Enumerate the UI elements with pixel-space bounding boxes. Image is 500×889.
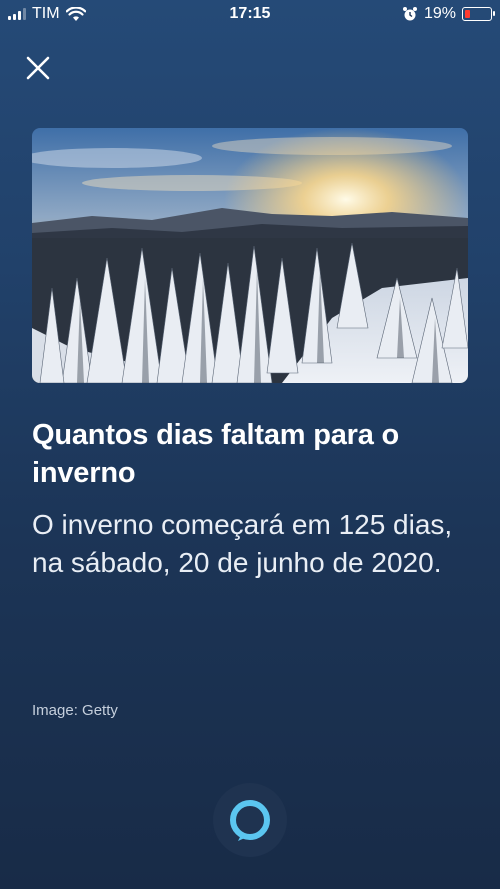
battery-icon [462,7,495,21]
winter-forest-image [32,128,468,383]
image-credit: Image: Getty [32,702,118,719]
status-bar: TIM 17:15 19% [0,0,500,30]
card-title: Quantos dias faltam para o inverno [32,419,400,489]
close-button[interactable] [22,52,54,84]
alarm-icon [402,7,417,21]
card-body: O inverno começará em 125 dias, na sábad… [32,509,453,578]
battery-percent: 19% [423,5,456,22]
close-icon [26,56,50,80]
status-right: 19% [402,5,495,23]
alexa-button[interactable] [213,783,287,857]
alexa-icon [230,800,270,841]
